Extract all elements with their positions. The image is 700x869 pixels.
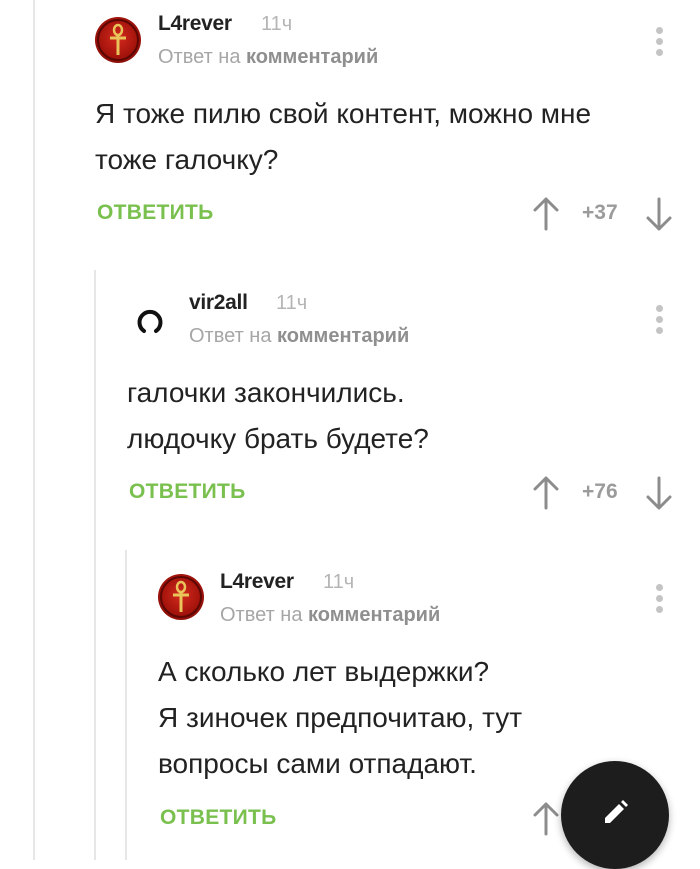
reply-button[interactable]: ОТВЕТИТЬ xyxy=(129,480,246,504)
thread-line-level-2 xyxy=(125,550,127,860)
comment-time: 11ч xyxy=(323,571,355,593)
thread-line-level-1 xyxy=(94,270,96,860)
reply-to-prefix: Ответ на xyxy=(220,604,303,626)
comment-body: Я тоже пилю свой контент, можно мне тоже… xyxy=(95,91,591,183)
ankh-icon xyxy=(160,576,202,618)
comment-body-line: галочки закончились. xyxy=(127,377,405,408)
comment-body-line: вопросы сами отпадают. xyxy=(158,748,477,779)
arrow-down-icon[interactable] xyxy=(644,475,674,511)
vertical-dots-icon xyxy=(655,584,663,591)
comment-menu-button[interactable] xyxy=(653,27,665,61)
reply-to-link[interactable]: комментарий xyxy=(308,604,440,626)
arrow-up-icon[interactable] xyxy=(531,801,561,837)
reply-to-prefix: Ответ на xyxy=(189,325,272,347)
reply-to-line: Ответ на комментарий xyxy=(220,604,440,627)
arrow-up-icon[interactable] xyxy=(531,475,561,511)
arrow-down-icon[interactable] xyxy=(644,196,674,232)
thread-line-level-0 xyxy=(33,0,35,860)
reply-button[interactable]: ОТВЕТИТЬ xyxy=(97,201,214,225)
comment-body-line: А сколько лет выдержки? xyxy=(158,656,490,687)
comment-time: 11ч xyxy=(261,13,293,35)
vote-score: +76 xyxy=(582,480,618,503)
comment-time: 11ч xyxy=(276,292,308,314)
pencil-icon xyxy=(605,800,628,823)
reply-to-prefix: Ответ на xyxy=(158,46,241,68)
arrow-up-icon[interactable] xyxy=(531,196,561,232)
comment-author[interactable]: L4rever xyxy=(220,570,294,594)
vertical-dots-icon xyxy=(655,305,663,312)
comment-body-line: тоже галочку? xyxy=(95,144,279,175)
avatar[interactable] xyxy=(95,17,141,63)
ankh-icon xyxy=(97,19,139,61)
comment-menu-button[interactable] xyxy=(653,305,665,339)
comment-author[interactable]: L4rever xyxy=(158,12,232,36)
comment-body-line: Я зиночек предпочитаю, тут xyxy=(158,702,523,733)
comment-author[interactable]: vir2all xyxy=(189,291,248,315)
reply-to-line: Ответ на комментарий xyxy=(158,46,378,69)
avatar[interactable] xyxy=(135,306,165,336)
avatar[interactable] xyxy=(158,574,204,620)
comment-body: галочки закончились. людочку брать будет… xyxy=(127,370,429,462)
reply-button[interactable]: ОТВЕТИТЬ xyxy=(160,806,277,830)
vote-score: +37 xyxy=(582,201,618,224)
ring-icon xyxy=(137,309,163,333)
comment-body-line: Я тоже пилю свой контент, можно мне xyxy=(95,98,592,129)
reply-to-line: Ответ на комментарий xyxy=(189,325,409,348)
comment-menu-button[interactable] xyxy=(653,584,665,618)
reply-to-link[interactable]: комментарий xyxy=(277,325,409,347)
compose-button[interactable] xyxy=(561,761,669,869)
comment-body-line: людочку брать будете? xyxy=(127,423,429,454)
reply-to-link[interactable]: комментарий xyxy=(246,46,378,68)
vertical-dots-icon xyxy=(655,27,663,34)
comment-body: А сколько лет выдержки? Я зиночек предпо… xyxy=(158,649,522,787)
